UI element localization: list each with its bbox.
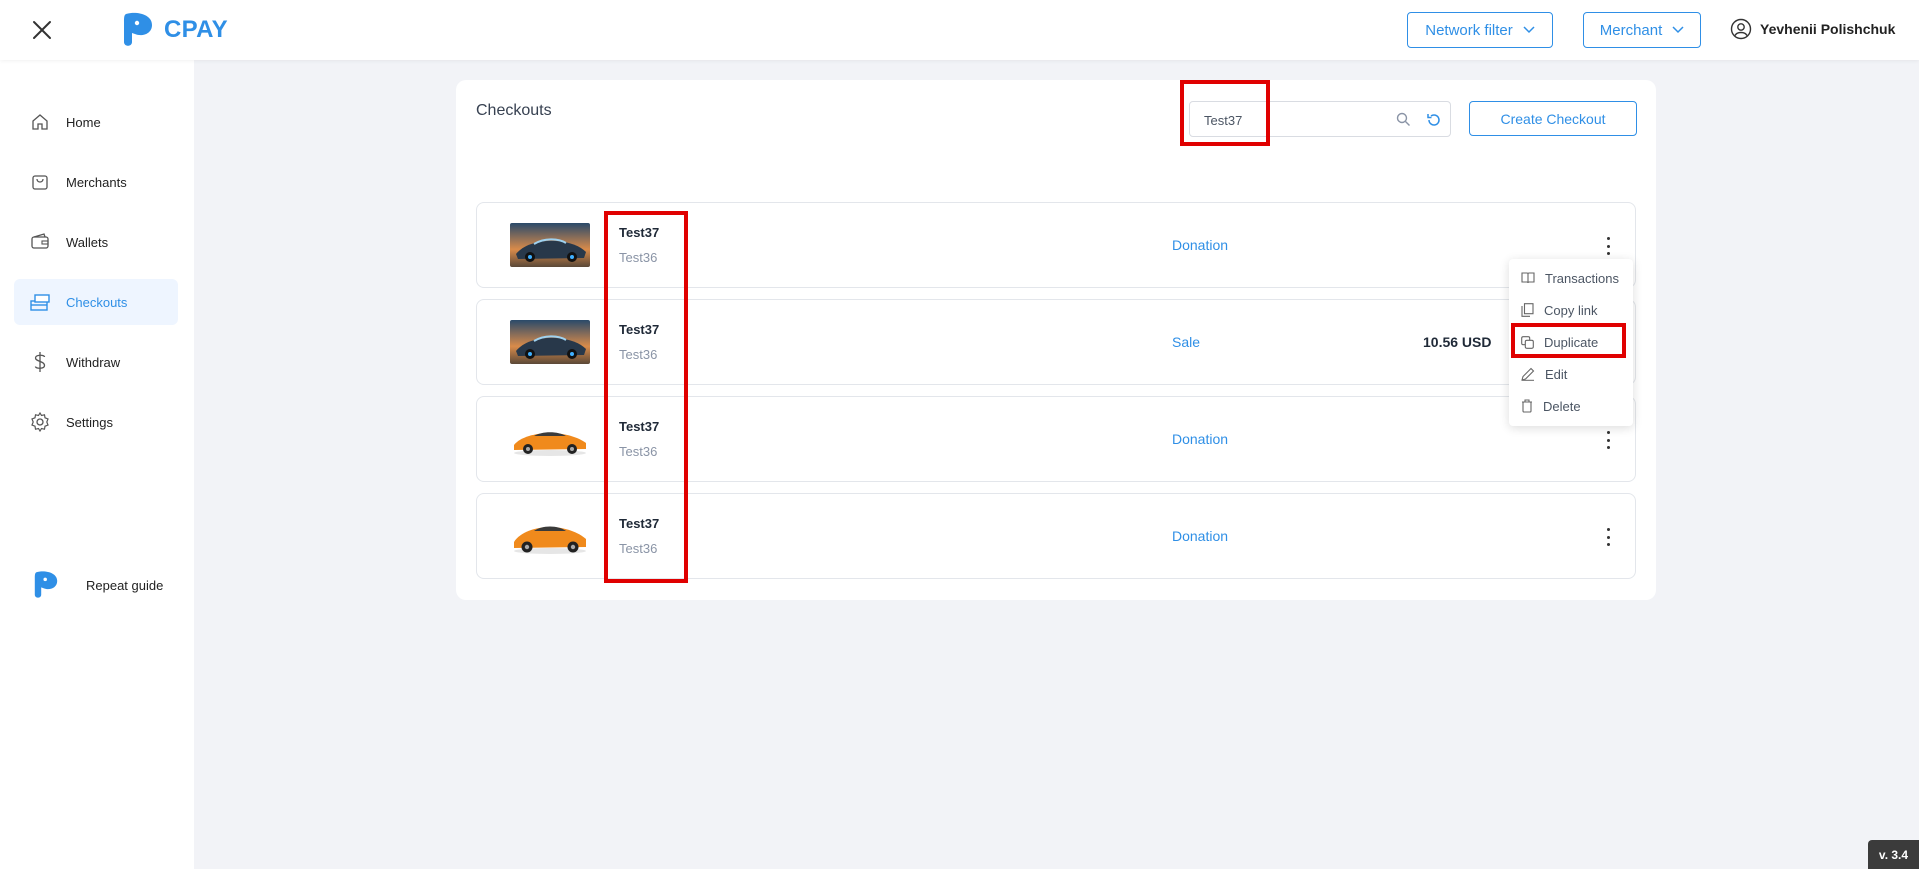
checkout-name: Test37 [619, 516, 660, 531]
checkout-type-link[interactable]: Donation [1172, 237, 1228, 253]
search-box [1189, 101, 1451, 137]
sidebar-item-label: Wallets [66, 234, 109, 250]
checkout-row[interactable]: Test37 Test36 Sale 10.56 USD [476, 299, 1636, 385]
menu-item-copy-link[interactable]: Copy link [1509, 295, 1633, 325]
copy-icon [1521, 303, 1534, 317]
duplicate-icon [1521, 335, 1534, 349]
repeat-guide-label: Repeat guide [86, 577, 164, 593]
menu-item-transactions[interactable]: Transactions [1509, 263, 1633, 293]
brand-logo[interactable]: CPAY [118, 12, 228, 48]
checkouts-card: Checkouts Create Checkout Test37 Test36 … [456, 80, 1656, 600]
network-filter-label: Network filter [1425, 21, 1513, 39]
checkout-name: Test37 [619, 322, 660, 337]
checkout-image [510, 223, 590, 267]
trash-icon [1521, 399, 1533, 413]
more-options-icon[interactable] [1603, 431, 1613, 449]
checkout-image [510, 514, 590, 558]
sidebar-item-label: Withdraw [66, 354, 121, 370]
more-options-icon[interactable] [1603, 237, 1613, 255]
merchant-label: Merchant [1599, 21, 1663, 39]
checkout-row[interactable]: Test37 Test36 Donation [476, 202, 1636, 288]
more-options-icon[interactable] [1603, 528, 1613, 546]
checkout-amount: 10.56 USD [1423, 334, 1492, 350]
menu-item-label: Transactions [1545, 270, 1619, 286]
home-icon [28, 110, 52, 134]
checkout-type-link[interactable]: Donation [1172, 431, 1228, 447]
chevron-down-icon [1523, 26, 1535, 34]
search-icon[interactable] [1396, 112, 1411, 132]
merchant-dropdown[interactable]: Merchant [1583, 12, 1701, 48]
checkout-name: Test37 [619, 419, 660, 434]
checkout-type-link[interactable]: Sale [1172, 334, 1200, 350]
wallet-icon [28, 230, 52, 254]
menu-item-label: Delete [1543, 398, 1581, 414]
sidebar-item-home[interactable]: Home [14, 99, 178, 145]
sidebar-item-wallets[interactable]: Wallets [14, 219, 178, 265]
version-badge: v. 3.4 [1868, 840, 1919, 869]
sidebar-item-label: Home [66, 114, 101, 130]
page-title: Checkouts [476, 102, 552, 119]
sidebar-item-merchants[interactable]: Merchants [14, 159, 178, 205]
sidebar-item-label: Checkouts [66, 294, 128, 310]
sidebar: Home Merchants Wallets Checkouts Withdra… [0, 60, 194, 869]
top-bar: CPAY Network filter Merchant Yevhenii Po… [0, 0, 1919, 60]
cpay-logo-icon [124, 12, 152, 46]
user-avatar-icon [1730, 18, 1752, 40]
book-icon [1521, 272, 1535, 284]
search-input[interactable] [1202, 108, 1386, 132]
gear-icon [28, 410, 52, 434]
menu-item-edit[interactable]: Edit [1509, 359, 1633, 389]
checkout-type-link[interactable]: Donation [1172, 528, 1228, 544]
brand-name: CPAY [164, 16, 228, 43]
checkout-row[interactable]: Test37 Test36 Donation [476, 396, 1636, 482]
menu-item-label: Edit [1545, 366, 1568, 382]
checkout-description: Test36 [619, 444, 658, 459]
create-checkout-button[interactable]: Create Checkout [1469, 101, 1637, 136]
sidebar-item-label: Merchants [66, 174, 127, 190]
repeat-guide-button[interactable]: Repeat guide [30, 570, 163, 600]
checkout-description: Test36 [619, 541, 658, 556]
dollar-icon [28, 350, 52, 374]
checkout-image [510, 320, 590, 364]
refresh-icon[interactable] [1426, 112, 1442, 133]
pencil-icon [1521, 367, 1535, 381]
chevron-down-icon [1672, 26, 1684, 34]
cpay-logo-icon [34, 571, 58, 598]
menu-item-label: Duplicate [1544, 334, 1599, 350]
close-icon[interactable] [30, 18, 54, 42]
checkout-icon [28, 290, 52, 314]
checkout-row[interactable]: Test37 Test36 Donation [476, 493, 1636, 579]
checkout-description: Test36 [619, 250, 658, 265]
checkout-image [510, 417, 590, 461]
sidebar-item-checkouts[interactable]: Checkouts [14, 279, 178, 325]
menu-item-delete[interactable]: Delete [1509, 391, 1633, 421]
menu-item-label: Copy link [1544, 302, 1598, 318]
user-name: Yevhenii Polishchuk [1760, 21, 1896, 37]
menu-item-duplicate[interactable]: Duplicate [1509, 327, 1633, 357]
sidebar-item-label: Settings [66, 414, 113, 430]
sidebar-item-settings[interactable]: Settings [14, 399, 178, 445]
user-menu[interactable]: Yevhenii Polishchuk [1730, 18, 1895, 40]
row-context-menu: Transactions Copy link Duplicate Edit De… [1509, 259, 1633, 426]
shopping-bag-icon [28, 170, 52, 194]
sidebar-item-withdraw[interactable]: Withdraw [14, 339, 178, 385]
checkout-name: Test37 [619, 225, 660, 240]
network-filter-dropdown[interactable]: Network filter [1407, 12, 1553, 48]
checkout-description: Test36 [619, 347, 658, 362]
